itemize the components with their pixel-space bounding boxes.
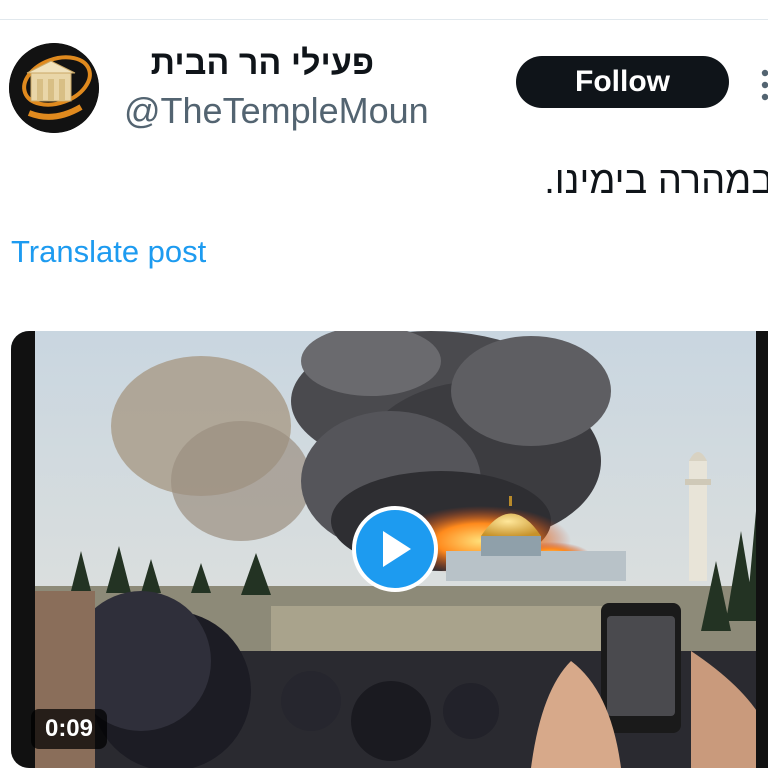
video-player[interactable]: 0:09 — [11, 331, 768, 768]
temple-logo-icon — [9, 43, 99, 133]
video-duration-badge: 0:09 — [31, 709, 107, 749]
follow-button[interactable]: Follow — [516, 56, 729, 108]
user-handle[interactable]: @TheTempleMoun — [124, 90, 429, 132]
avatar[interactable] — [9, 43, 99, 133]
more-options-icon[interactable] — [756, 68, 768, 102]
post-text: במהרה בימינו. — [544, 160, 768, 202]
top-divider — [0, 19, 768, 20]
play-icon — [383, 531, 411, 567]
translate-post-link[interactable]: Translate post — [11, 234, 206, 270]
display-name[interactable]: פעילי הר הבית — [124, 44, 374, 83]
play-button[interactable] — [352, 506, 438, 592]
